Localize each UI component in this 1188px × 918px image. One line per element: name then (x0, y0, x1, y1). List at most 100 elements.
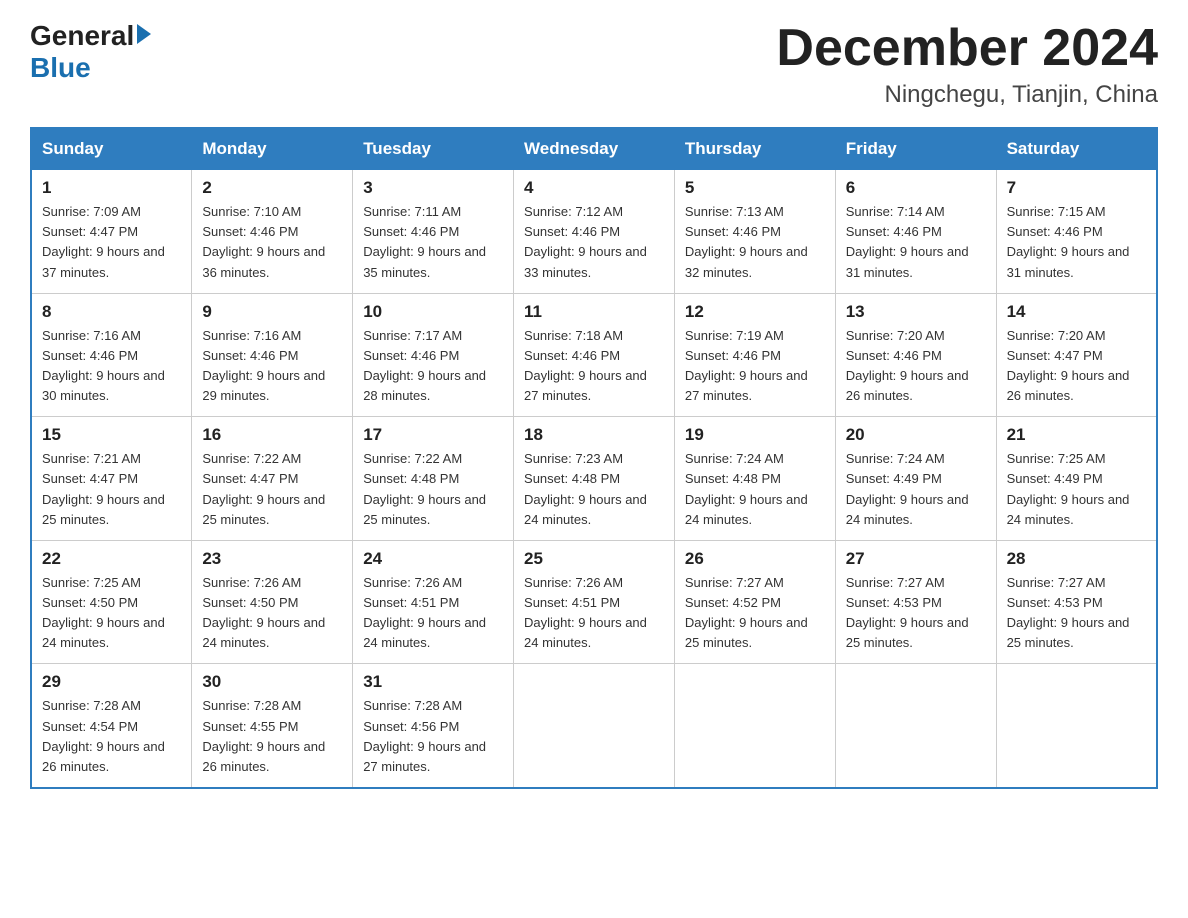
day-info: Sunrise: 7:09 AMSunset: 4:47 PMDaylight:… (42, 202, 181, 283)
calendar-cell: 2 Sunrise: 7:10 AMSunset: 4:46 PMDaylight… (192, 170, 353, 294)
day-info: Sunrise: 7:27 AMSunset: 4:53 PMDaylight:… (1007, 573, 1146, 654)
month-title: December 2024 (776, 20, 1158, 77)
calendar-cell: 20 Sunrise: 7:24 AMSunset: 4:49 PMDayligh… (835, 417, 996, 541)
day-number: 14 (1007, 302, 1146, 322)
logo: General Blue (30, 20, 151, 84)
calendar-header-row: SundayMondayTuesdayWednesdayThursdayFrid… (31, 128, 1157, 170)
calendar-week-row: 29 Sunrise: 7:28 AMSunset: 4:54 PMDayligh… (31, 664, 1157, 788)
logo-arrow-icon (137, 24, 151, 44)
day-info: Sunrise: 7:28 AMSunset: 4:55 PMDaylight:… (202, 696, 342, 777)
day-number: 13 (846, 302, 986, 322)
day-number: 17 (363, 425, 503, 445)
logo-blue-text: Blue (30, 52, 91, 84)
day-number: 7 (1007, 178, 1146, 198)
calendar-cell (835, 664, 996, 788)
day-info: Sunrise: 7:12 AMSunset: 4:46 PMDaylight:… (524, 202, 664, 283)
day-number: 4 (524, 178, 664, 198)
location-subtitle: Ningchegu, Tianjin, China (776, 81, 1158, 109)
day-info: Sunrise: 7:25 AMSunset: 4:49 PMDaylight:… (1007, 449, 1146, 530)
calendar-cell: 17Sunrise: 7:22 AMSunset: 4:48 PMDayligh… (353, 417, 514, 541)
header-thursday: Thursday (674, 128, 835, 170)
calendar-cell: 29 Sunrise: 7:28 AMSunset: 4:54 PMDayligh… (31, 664, 192, 788)
day-number: 20 (846, 425, 986, 445)
day-info: Sunrise: 7:19 AMSunset: 4:46 PMDaylight:… (685, 326, 825, 407)
day-info: Sunrise: 7:26 AMSunset: 4:51 PMDaylight:… (363, 573, 503, 654)
day-info: Sunrise: 7:20 AMSunset: 4:46 PMDaylight:… (846, 326, 986, 407)
calendar-cell: 10 Sunrise: 7:17 AMSunset: 4:46 PMDayligh… (353, 293, 514, 417)
calendar-cell: 15Sunrise: 7:21 AMSunset: 4:47 PMDayligh… (31, 417, 192, 541)
logo-general-text: General (30, 20, 134, 52)
day-info: Sunrise: 7:11 AMSunset: 4:46 PMDaylight:… (363, 202, 503, 283)
calendar-cell: 1 Sunrise: 7:09 AMSunset: 4:47 PMDaylight… (31, 170, 192, 294)
calendar-cell: 14 Sunrise: 7:20 AMSunset: 4:47 PMDayligh… (996, 293, 1157, 417)
calendar-week-row: 15Sunrise: 7:21 AMSunset: 4:47 PMDayligh… (31, 417, 1157, 541)
calendar-week-row: 1 Sunrise: 7:09 AMSunset: 4:47 PMDaylight… (31, 170, 1157, 294)
day-info: Sunrise: 7:18 AMSunset: 4:46 PMDaylight:… (524, 326, 664, 407)
day-number: 25 (524, 549, 664, 569)
calendar-cell: 13 Sunrise: 7:20 AMSunset: 4:46 PMDayligh… (835, 293, 996, 417)
day-number: 21 (1007, 425, 1146, 445)
calendar-cell: 5 Sunrise: 7:13 AMSunset: 4:46 PMDaylight… (674, 170, 835, 294)
day-info: Sunrise: 7:26 AMSunset: 4:50 PMDaylight:… (202, 573, 342, 654)
day-number: 1 (42, 178, 181, 198)
day-info: Sunrise: 7:10 AMSunset: 4:46 PMDaylight:… (202, 202, 342, 283)
calendar-cell (996, 664, 1157, 788)
day-number: 12 (685, 302, 825, 322)
day-number: 26 (685, 549, 825, 569)
day-info: Sunrise: 7:22 AMSunset: 4:47 PMDaylight:… (202, 449, 342, 530)
day-info: Sunrise: 7:13 AMSunset: 4:46 PMDaylight:… (685, 202, 825, 283)
day-number: 10 (363, 302, 503, 322)
day-number: 30 (202, 672, 342, 692)
day-number: 29 (42, 672, 181, 692)
title-block: December 2024 Ningchegu, Tianjin, China (776, 20, 1158, 109)
calendar-cell: 26 Sunrise: 7:27 AMSunset: 4:52 PMDayligh… (674, 540, 835, 664)
day-number: 9 (202, 302, 342, 322)
day-info: Sunrise: 7:25 AMSunset: 4:50 PMDaylight:… (42, 573, 181, 654)
calendar-week-row: 22 Sunrise: 7:25 AMSunset: 4:50 PMDayligh… (31, 540, 1157, 664)
day-number: 5 (685, 178, 825, 198)
day-number: 8 (42, 302, 181, 322)
calendar-cell: 3 Sunrise: 7:11 AMSunset: 4:46 PMDaylight… (353, 170, 514, 294)
day-info: Sunrise: 7:26 AMSunset: 4:51 PMDaylight:… (524, 573, 664, 654)
calendar-cell: 9 Sunrise: 7:16 AMSunset: 4:46 PMDaylight… (192, 293, 353, 417)
calendar-cell: 30 Sunrise: 7:28 AMSunset: 4:55 PMDayligh… (192, 664, 353, 788)
day-number: 2 (202, 178, 342, 198)
day-number: 19 (685, 425, 825, 445)
day-info: Sunrise: 7:14 AMSunset: 4:46 PMDaylight:… (846, 202, 986, 283)
day-number: 27 (846, 549, 986, 569)
day-info: Sunrise: 7:24 AMSunset: 4:49 PMDaylight:… (846, 449, 986, 530)
header-saturday: Saturday (996, 128, 1157, 170)
calendar-table: SundayMondayTuesdayWednesdayThursdayFrid… (30, 127, 1158, 789)
calendar-cell: 31Sunrise: 7:28 AMSunset: 4:56 PMDayligh… (353, 664, 514, 788)
header-sunday: Sunday (31, 128, 192, 170)
calendar-cell: 8Sunrise: 7:16 AMSunset: 4:46 PMDaylight… (31, 293, 192, 417)
day-info: Sunrise: 7:17 AMSunset: 4:46 PMDaylight:… (363, 326, 503, 407)
calendar-cell: 6 Sunrise: 7:14 AMSunset: 4:46 PMDaylight… (835, 170, 996, 294)
calendar-cell (514, 664, 675, 788)
calendar-cell: 23 Sunrise: 7:26 AMSunset: 4:50 PMDayligh… (192, 540, 353, 664)
day-number: 28 (1007, 549, 1146, 569)
day-info: Sunrise: 7:20 AMSunset: 4:47 PMDaylight:… (1007, 326, 1146, 407)
day-number: 6 (846, 178, 986, 198)
calendar-cell: 12 Sunrise: 7:19 AMSunset: 4:46 PMDayligh… (674, 293, 835, 417)
calendar-cell: 4 Sunrise: 7:12 AMSunset: 4:46 PMDaylight… (514, 170, 675, 294)
calendar-cell: 19Sunrise: 7:24 AMSunset: 4:48 PMDayligh… (674, 417, 835, 541)
calendar-cell: 16 Sunrise: 7:22 AMSunset: 4:47 PMDayligh… (192, 417, 353, 541)
day-info: Sunrise: 7:27 AMSunset: 4:52 PMDaylight:… (685, 573, 825, 654)
day-info: Sunrise: 7:28 AMSunset: 4:54 PMDaylight:… (42, 696, 181, 777)
day-number: 22 (42, 549, 181, 569)
calendar-cell: 11 Sunrise: 7:18 AMSunset: 4:46 PMDayligh… (514, 293, 675, 417)
day-number: 11 (524, 302, 664, 322)
day-number: 23 (202, 549, 342, 569)
header-wednesday: Wednesday (514, 128, 675, 170)
calendar-cell: 22 Sunrise: 7:25 AMSunset: 4:50 PMDayligh… (31, 540, 192, 664)
day-info: Sunrise: 7:15 AMSunset: 4:46 PMDaylight:… (1007, 202, 1146, 283)
day-number: 16 (202, 425, 342, 445)
calendar-cell: 27Sunrise: 7:27 AMSunset: 4:53 PMDayligh… (835, 540, 996, 664)
day-number: 18 (524, 425, 664, 445)
day-number: 3 (363, 178, 503, 198)
calendar-cell (674, 664, 835, 788)
day-info: Sunrise: 7:16 AMSunset: 4:46 PMDaylight:… (202, 326, 342, 407)
day-info: Sunrise: 7:21 AMSunset: 4:47 PMDaylight:… (42, 449, 181, 530)
day-info: Sunrise: 7:23 AMSunset: 4:48 PMDaylight:… (524, 449, 664, 530)
